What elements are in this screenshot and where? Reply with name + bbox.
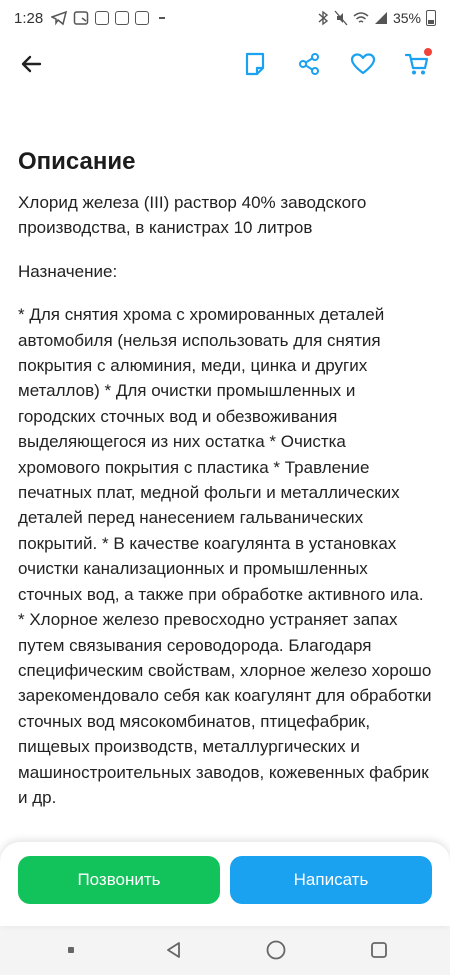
contact-footer: Позвонить Написать: [0, 842, 450, 926]
cart-button[interactable]: [400, 47, 434, 81]
instagram-icon: [115, 11, 130, 25]
nav-recents-button[interactable]: [359, 930, 399, 970]
favorite-button[interactable]: [346, 47, 380, 81]
heart-icon: [350, 53, 376, 75]
share-button[interactable]: [292, 47, 326, 81]
write-button[interactable]: Написать: [230, 856, 432, 904]
battery-icon: [426, 10, 436, 26]
call-button[interactable]: Позвонить: [18, 856, 220, 904]
bluetooth-icon: [318, 10, 329, 26]
cart-badge: [424, 48, 432, 56]
description-title: Описание: [18, 148, 136, 175]
notes-button[interactable]: [238, 47, 272, 81]
notification-icons: [51, 10, 166, 26]
description-paragraph: Хлорид железа (III) раствор 40% заводско…: [18, 193, 367, 238]
status-bar: 1:28 35%: [0, 0, 450, 36]
battery-percent: 35%: [392, 10, 421, 26]
signal-icon: [374, 12, 387, 24]
instagram-icon: [95, 11, 110, 25]
instagram-icon: [135, 11, 150, 25]
nav-menu-button[interactable]: [51, 930, 91, 970]
nav-home-button[interactable]: [256, 930, 296, 970]
more-dot-icon: [159, 17, 166, 19]
notes-icon: [245, 52, 265, 76]
back-arrow-icon: [21, 55, 42, 73]
media-icon: [73, 11, 89, 25]
system-icons: 35%: [317, 10, 436, 26]
mute-icon: [334, 10, 348, 26]
description-paragraph: Назначение:: [18, 261, 118, 281]
status-time: 1:28: [14, 9, 44, 27]
listing-content[interactable]: Состояние: Новое Описание Хлорид железа …: [18, 76, 432, 810]
app-bar: [0, 36, 450, 92]
triangle-back-icon: [166, 942, 180, 958]
square-recents-icon: [370, 942, 387, 958]
app-bar-actions: [238, 47, 434, 81]
share-icon: [299, 53, 319, 75]
description-paragraph: * Для снятия хрома с хромированных детал…: [18, 305, 432, 807]
circle-home-icon: [266, 940, 286, 960]
nav-back-button[interactable]: [154, 930, 194, 970]
back-button[interactable]: [16, 49, 46, 79]
system-nav-bar: [0, 925, 450, 975]
telegram-icon: [51, 10, 68, 26]
dot-icon: [68, 947, 75, 953]
wifi-icon: [353, 12, 369, 23]
